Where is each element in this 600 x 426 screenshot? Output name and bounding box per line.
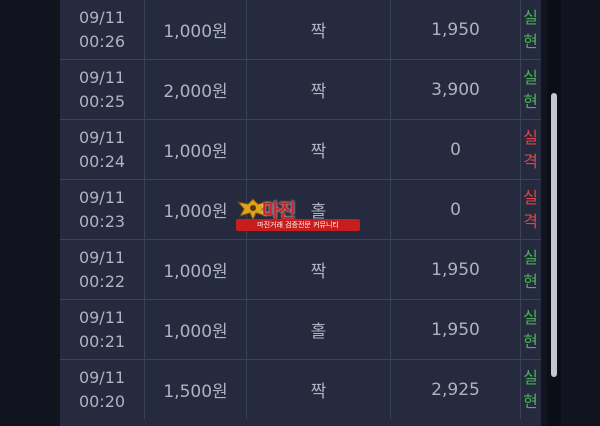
payout-cell: 3,900 [390, 60, 520, 119]
bet-pick: 짝 [310, 22, 327, 42]
result-char: 실 [523, 307, 538, 327]
bet-date: 09/11 [78, 67, 126, 87]
bet-amount: 1,000원 [163, 262, 228, 282]
amount-cell: 1,000원 [144, 240, 246, 299]
bet-date: 09/11 [78, 247, 126, 267]
result-char: 현 [523, 31, 538, 51]
payout-cell: 1,950 [390, 0, 520, 59]
watermark-subtitle: 마진거래 검증전문 커뮤니티 [236, 219, 360, 231]
amount-cell: 1,000원 [144, 120, 246, 179]
payout-value: 2,925 [431, 379, 480, 400]
result-cell: 실격 [520, 120, 540, 179]
amount-cell: 1,000원 [144, 0, 246, 59]
bet-pick: 짝 [310, 142, 327, 162]
scrollbar-thumb[interactable] [551, 93, 557, 377]
amount-cell: 1,000원 [144, 300, 246, 359]
result-char: 실 [523, 127, 538, 147]
table-row: 09/11 00:24 1,000원 짝 0 실 격 [60, 119, 541, 179]
payout-value: 3,900 [431, 79, 480, 100]
bet-amount: 1,000원 [163, 322, 228, 342]
pick-cell: 홀 [246, 300, 390, 359]
result-char: 격 [523, 151, 538, 171]
payout-cell: 0 [390, 180, 520, 239]
bet-time: 00:24 [78, 151, 126, 171]
time-cell: 09/11 00:24 [60, 120, 144, 179]
table-row: 09/11 00:20 1,500원 짝 2,925 실 현 [60, 359, 541, 419]
result-char: 실 [523, 67, 538, 87]
bet-amount: 1,000원 [163, 202, 228, 222]
payout-value: 1,950 [431, 19, 480, 40]
payout-value: 0 [450, 199, 461, 220]
payout-cell: 1,950 [390, 240, 520, 299]
time-cell: 09/11 00:20 [60, 360, 144, 419]
bet-time: 00:20 [78, 391, 126, 411]
table-row: 09/11 00:25 2,000원 짝 3,900 실 현 [60, 59, 541, 119]
result-cell: 실현 [520, 0, 540, 59]
payout-value: 1,950 [431, 319, 480, 340]
result-char: 실 [523, 7, 538, 27]
amount-cell: 1,000원 [144, 180, 246, 239]
bet-time: 00:23 [78, 211, 126, 231]
result-char: 현 [523, 91, 538, 111]
table-row: 09/11 00:22 1,000원 짝 1,950 실 현 [60, 239, 541, 299]
bet-amount: 2,000원 [163, 82, 228, 102]
payout-cell: 0 [390, 120, 520, 179]
bet-amount: 1,500원 [163, 382, 228, 402]
time-cell: 09/11 00:21 [60, 300, 144, 359]
pick-cell: 짝 [246, 0, 390, 59]
result-char: 현 [523, 271, 538, 291]
payout-value: 1,950 [431, 259, 480, 280]
result-cell: 실격 [520, 180, 540, 239]
result-char: 실 [523, 187, 538, 207]
bet-pick: 짝 [310, 262, 327, 282]
bet-pick: 짝 [310, 382, 327, 402]
amount-cell: 2,000원 [144, 60, 246, 119]
bet-date: 09/11 [78, 187, 126, 207]
bet-pick: 짝 [310, 82, 327, 102]
result-cell: 실현 [520, 300, 540, 359]
pick-cell: 짝 [246, 120, 390, 179]
amount-cell: 1,500원 [144, 360, 246, 419]
result-char: 실 [523, 367, 538, 387]
bet-date: 09/11 [78, 7, 126, 27]
bet-time: 00:26 [78, 31, 126, 51]
time-cell: 09/11 00:22 [60, 240, 144, 299]
bet-date: 09/11 [78, 367, 126, 387]
time-cell: 09/11 00:23 [60, 180, 144, 239]
bet-time: 00:22 [78, 271, 126, 291]
bet-amount: 1,000원 [163, 142, 228, 162]
pick-cell: 짝 [246, 60, 390, 119]
bet-amount: 1,000원 [163, 22, 228, 42]
bet-time: 00:21 [78, 331, 126, 351]
bet-time: 00:25 [78, 91, 126, 111]
pick-cell: 짝 [246, 360, 390, 419]
bet-pick: 홀 [310, 322, 327, 342]
result-cell: 실현 [520, 360, 540, 419]
result-char: 실 [523, 247, 538, 267]
pick-cell: 짝 [246, 240, 390, 299]
payout-value: 0 [450, 139, 461, 160]
payout-cell: 2,925 [390, 360, 520, 419]
bet-date: 09/11 [78, 307, 126, 327]
table-row: 09/11 00:21 1,000원 홀 1,950 실 현 [60, 299, 541, 359]
time-cell: 09/11 00:25 [60, 60, 144, 119]
result-cell: 실현 [520, 60, 540, 119]
bet-date: 09/11 [78, 127, 126, 147]
table-row: 09/11 00:26 1,000원 짝 1,950 실 현 [60, 0, 541, 59]
site-watermark: 마진 마진거래 검증전문 커뮤니티 [234, 196, 362, 232]
result-char: 현 [523, 391, 538, 411]
result-char: 현 [523, 331, 538, 351]
time-cell: 09/11 00:26 [60, 0, 144, 59]
result-char: 격 [523, 211, 538, 231]
payout-cell: 1,950 [390, 300, 520, 359]
result-cell: 실현 [520, 240, 540, 299]
